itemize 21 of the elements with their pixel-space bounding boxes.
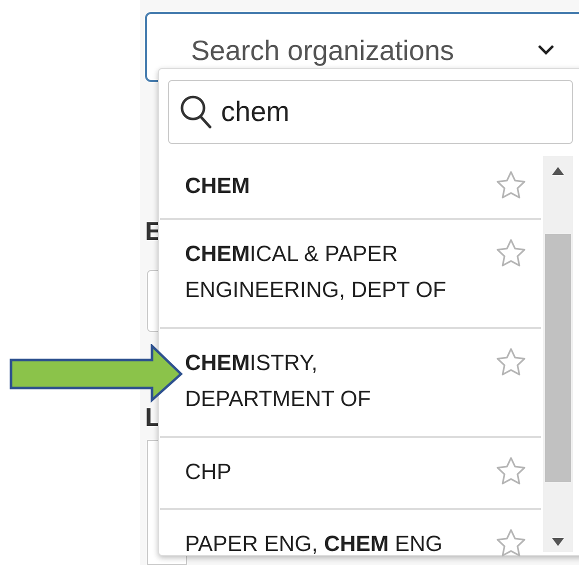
- organization-name: CHEMICAL & PAPER ENGINEERING, DEPT OF: [185, 240, 448, 304]
- organization-option[interactable]: PAPER ENG, CHEM ENG: [160, 510, 541, 565]
- star-icon[interactable]: [495, 456, 527, 486]
- star-icon[interactable]: [495, 170, 527, 200]
- organization-option[interactable]: CHEMICAL & PAPER ENGINEERING, DEPT OF: [160, 220, 541, 329]
- scrollbar-thumb[interactable]: [545, 234, 571, 482]
- scroll-up-icon[interactable]: [551, 166, 565, 176]
- chevron-down-icon: [536, 43, 556, 57]
- search-field[interactable]: chem: [168, 80, 573, 144]
- search-icon: [179, 94, 213, 130]
- organization-name: CHEMISTRY, DEPARTMENT OF: [185, 349, 372, 413]
- star-icon[interactable]: [495, 238, 527, 268]
- scroll-down-icon[interactable]: [551, 537, 565, 547]
- organization-name: CHEM: [185, 172, 251, 200]
- star-icon[interactable]: [495, 347, 527, 377]
- star-icon[interactable]: [495, 528, 527, 558]
- scrollbar[interactable]: [543, 156, 573, 552]
- organization-option[interactable]: CHP: [160, 438, 541, 510]
- organization-name: CHP: [185, 458, 232, 486]
- organization-name: PAPER ENG, CHEM ENG: [185, 530, 444, 558]
- organization-option[interactable]: CHEM: [160, 154, 541, 220]
